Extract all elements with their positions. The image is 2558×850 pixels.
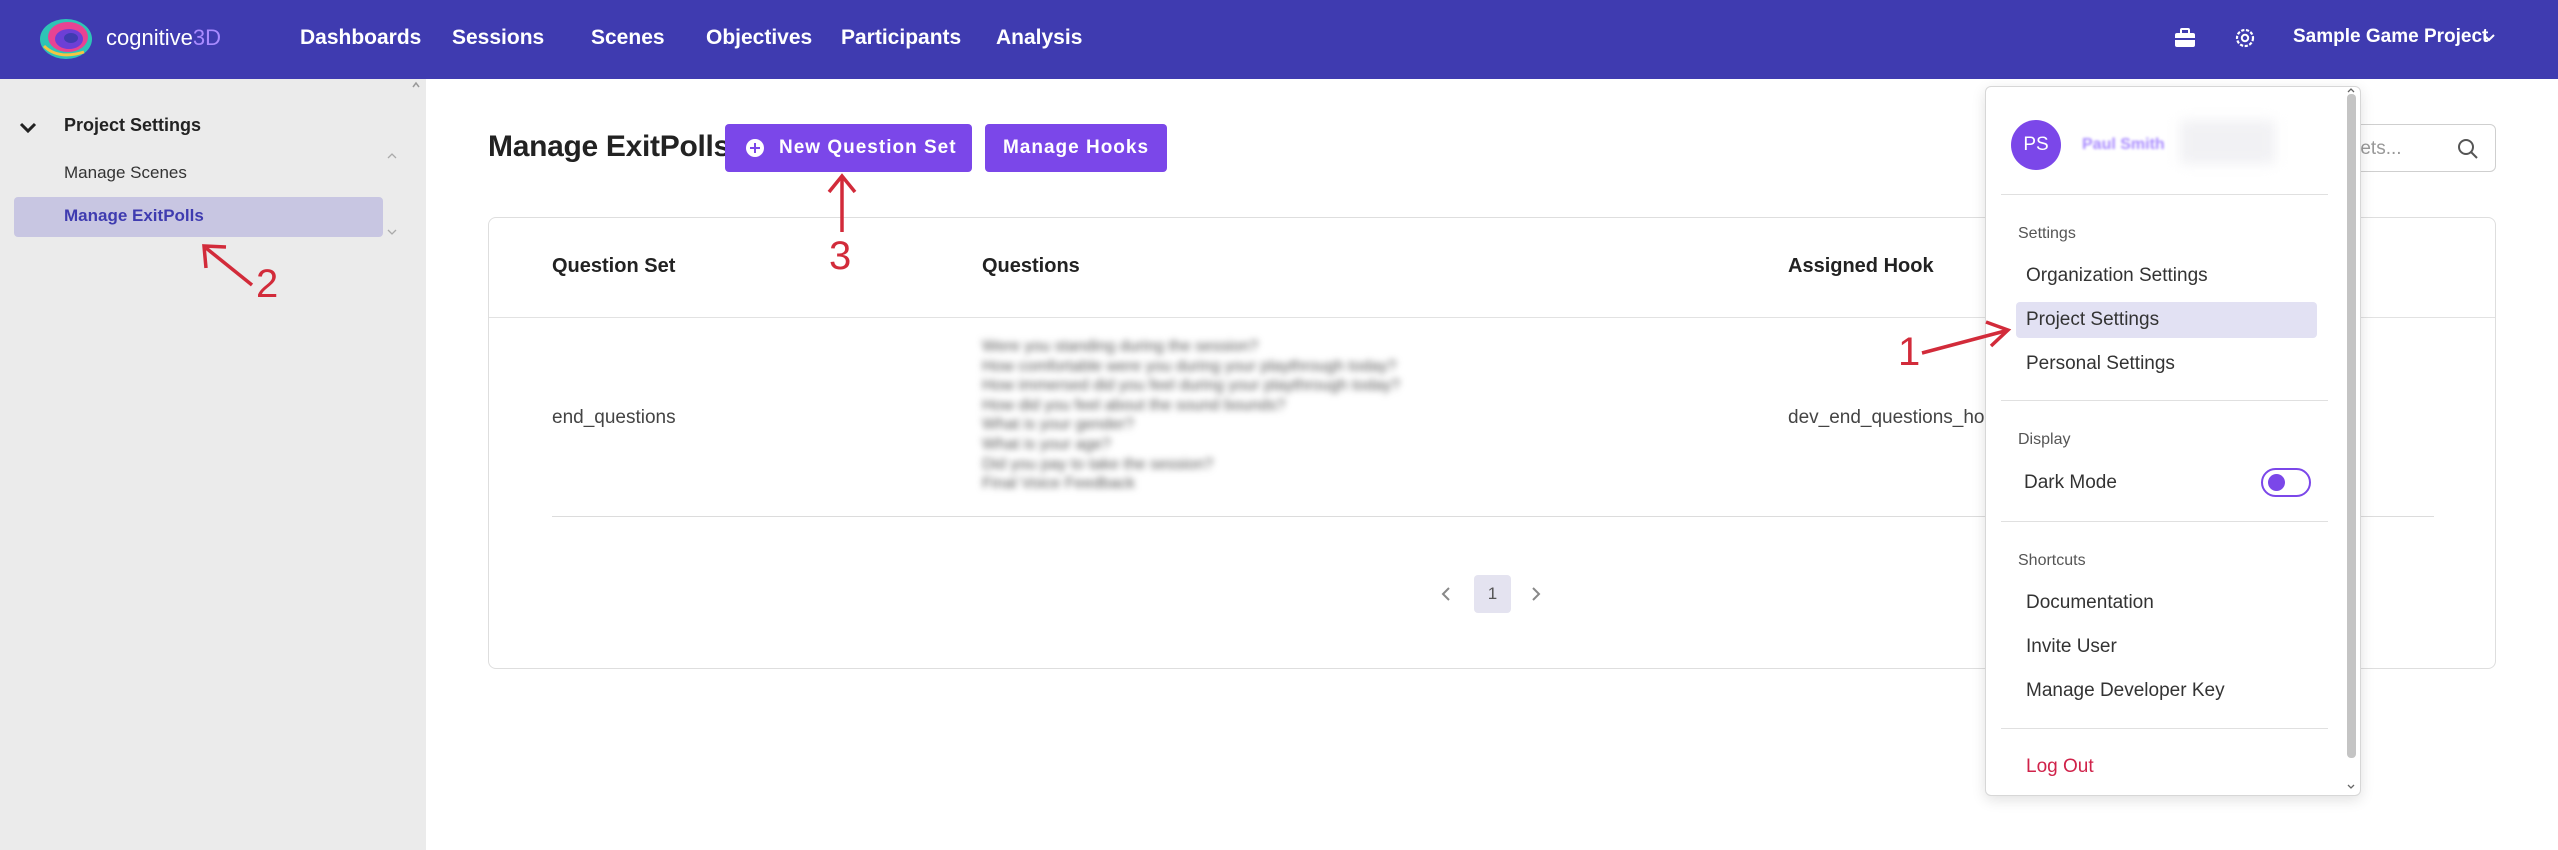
nav-sessions[interactable]: Sessions: [452, 26, 544, 50]
question-line: Final Voice Feedback: [982, 475, 1135, 493]
nav-objectives[interactable]: Objectives: [706, 26, 812, 50]
logo-text[interactable]: cognitive3D: [106, 25, 221, 51]
briefcase-icon[interactable]: [2173, 26, 2197, 50]
divider: [2001, 400, 2328, 401]
scroll-up-icon[interactable]: [412, 81, 420, 89]
annotation-number-1: 1: [1898, 330, 1921, 374]
dropdown-scrollbar[interactable]: [2347, 94, 2356, 758]
chevron-down-icon[interactable]: [2481, 30, 2497, 46]
menu-item-invite-user[interactable]: Invite User: [2026, 636, 2117, 658]
menu-item-label: Project Settings: [2026, 309, 2160, 330]
section-label-display: Display: [2018, 431, 2071, 448]
pagination-page-1[interactable]: 1: [1474, 575, 1511, 613]
pagination-prev-icon[interactable]: [1438, 584, 1454, 604]
avatar: PS: [2011, 120, 2061, 170]
sidebar-item-manage-scenes[interactable]: Manage Scenes: [64, 163, 187, 183]
cognitive3d-logo-icon[interactable]: [38, 16, 100, 62]
dark-mode-toggle[interactable]: [2261, 468, 2311, 497]
question-line: What is your gender?: [982, 416, 1135, 434]
question-line: Were you standing during the session?: [982, 338, 1259, 355]
column-header-question-set[interactable]: Question Set: [552, 255, 675, 278]
nav-dashboards[interactable]: Dashboards: [300, 26, 421, 50]
section-label-settings: Settings: [2018, 225, 2076, 242]
question-line: How comfortable were you during your pla…: [982, 357, 1397, 375]
question-line: Did you pay to take the session?: [982, 455, 1214, 473]
manage-hooks-button[interactable]: Manage Hooks: [985, 124, 1167, 172]
menu-item-manage-developer-key[interactable]: Manage Developer Key: [2026, 680, 2225, 702]
menu-item-documentation[interactable]: Documentation: [2026, 592, 2154, 614]
chevron-down-icon[interactable]: [17, 117, 39, 139]
dark-mode-label: Dark Mode: [2024, 472, 2117, 493]
scroll-down-icon[interactable]: [2345, 784, 2357, 790]
project-selector[interactable]: Sample Game Project: [2293, 26, 2488, 48]
question-line: How immersed did you feel during your pl…: [982, 377, 1401, 395]
table-row-question-set[interactable]: end_questions: [552, 407, 676, 429]
scroll-tick-icon: [387, 229, 397, 235]
menu-item-log-out[interactable]: Log Out: [2026, 756, 2094, 778]
question-line: How did you feel about the sound bounds?: [982, 396, 1286, 414]
new-question-set-label: New Question Set: [779, 137, 957, 158]
annotation-number-2: 2: [256, 262, 279, 306]
search-icon[interactable]: [2457, 138, 2479, 160]
user-name: Paul Smith: [2082, 136, 2165, 153]
scroll-up-icon[interactable]: [2345, 87, 2357, 93]
pagination-next-icon[interactable]: [1528, 584, 1544, 604]
toggle-knob: [2268, 474, 2285, 491]
section-label-shortcuts: Shortcuts: [2018, 552, 2086, 569]
redacted-area: [2180, 120, 2275, 164]
sidebar-item-label: Manage ExitPolls: [64, 206, 204, 225]
nav-analysis[interactable]: Analysis: [996, 26, 1082, 50]
divider: [2001, 521, 2328, 522]
divider: [2001, 194, 2328, 195]
gear-icon[interactable]: [2233, 26, 2257, 50]
nav-participants[interactable]: Participants: [841, 26, 961, 50]
question-line: What is your age?: [982, 435, 1111, 453]
divider: [2001, 728, 2328, 729]
menu-item-organization-settings[interactable]: Organization Settings: [2026, 265, 2208, 287]
page-title: Manage ExitPolls: [488, 130, 730, 163]
scroll-tick-icon: [387, 153, 397, 159]
nav-scenes[interactable]: Scenes: [591, 26, 665, 50]
new-question-set-button[interactable]: New Question Set: [725, 124, 972, 172]
annotation-number-3: 3: [829, 234, 852, 278]
top-navigation-bar: cognitive3D Dashboards Sessions Scenes O…: [0, 0, 2558, 79]
menu-item-personal-settings[interactable]: Personal Settings: [2026, 353, 2175, 375]
table-row-assigned-hook[interactable]: dev_end_questions_ho: [1788, 407, 1985, 429]
manage-hooks-label: Manage Hooks: [1002, 137, 1150, 158]
table-row-questions: Were you standing during the session? Ho…: [982, 337, 1502, 494]
sidebar: Project Settings Manage Scenes Manage Ex…: [0, 79, 426, 850]
sidebar-section-project-settings[interactable]: Project Settings: [64, 115, 201, 136]
column-header-assigned-hook[interactable]: Assigned Hook: [1788, 255, 1934, 278]
column-header-questions[interactable]: Questions: [982, 255, 1080, 278]
plus-circle-icon: [746, 139, 764, 157]
